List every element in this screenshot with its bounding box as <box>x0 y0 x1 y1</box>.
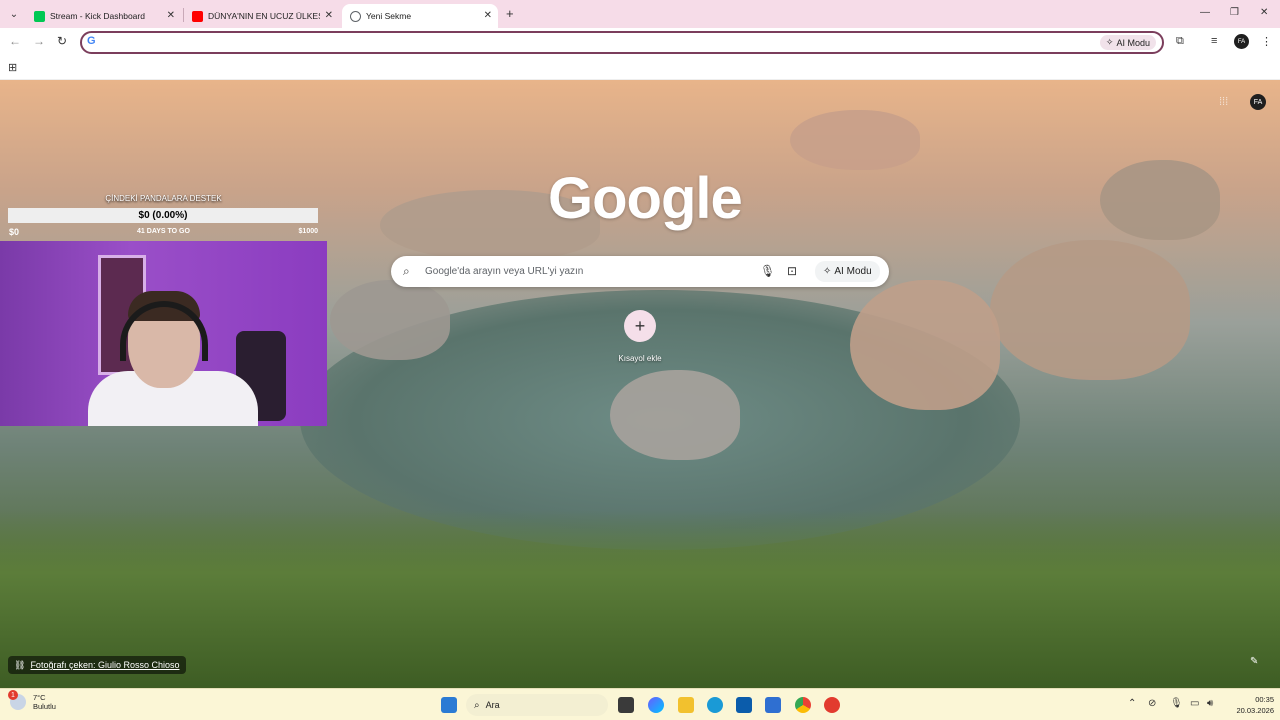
windows-taskbar: 1 7°C Bulutlu ⌕ Ara ⌃ ⊘ 🎙︎ ▭ 🔊︎ 00:35 20… <box>0 688 1280 720</box>
tray-expand-icon[interactable]: ⌃ <box>1128 698 1136 709</box>
ntp-ai-mode-button[interactable]: ✧ AI Modu <box>815 261 880 282</box>
customize-pencil-icon[interactable]: ✎ <box>1250 656 1258 667</box>
google-lens-icon[interactable]: ⊡ <box>787 264 797 278</box>
tab-youtube-video[interactable]: DÜNYA'NIN EN UCUZ ÜLKESİ V ✕ <box>184 4 339 28</box>
close-tab-icon[interactable]: ✕ <box>484 10 492 21</box>
restore-icon[interactable]: ❐ <box>1230 7 1239 18</box>
webcam-overlay <box>0 241 327 426</box>
donation-progress-bar: $0 (0.00%) <box>8 208 318 223</box>
photo-credit-link[interactable]: ⛓ Fotoğrafı çeken: Giulio Rosso Chioso <box>8 656 186 674</box>
display-icon[interactable]: ▭ <box>1190 698 1199 709</box>
reload-icon[interactable]: ↻ <box>57 34 67 48</box>
background-vegetation <box>0 510 1280 688</box>
microphone-tray-icon[interactable]: 🎙︎ <box>1170 698 1183 709</box>
forward-icon[interactable]: → <box>33 34 45 48</box>
ai-mode-label: AI Modu <box>1116 37 1150 48</box>
tab-search-icon[interactable]: ⌄ <box>6 6 22 22</box>
search-icon: ⌕ <box>403 264 410 278</box>
donation-goal-widget: ÇİNDEKİ PANDALARA DESTEK $0 (0.00%) $0 4… <box>0 194 327 241</box>
address-bar[interactable]: G ✧ AI Modu <box>80 31 1164 54</box>
tab-title: Stream - Kick Dashboard <box>50 11 145 21</box>
weather-desc: Bulutlu <box>33 702 56 711</box>
tab-new-tab[interactable]: Yeni Sekme ✕ <box>342 4 498 28</box>
file-explorer-icon[interactable] <box>678 697 694 713</box>
taskbar-search-label: Ara <box>485 700 500 710</box>
add-shortcut-button[interactable]: + <box>624 310 656 342</box>
ntp-profile-avatar[interactable]: FA <box>1250 94 1266 110</box>
ai-mode-label: AI Modu <box>834 266 872 277</box>
chrome-favicon-icon <box>350 10 361 22</box>
link-icon: ⛓ <box>14 659 26 670</box>
apps-grid-icon[interactable]: ⊞ <box>8 61 17 74</box>
google-apps-icon[interactable]: ⁞⁞⁞ <box>1219 96 1228 108</box>
background-rock <box>1100 160 1220 240</box>
notification-badge: 1 <box>8 690 18 700</box>
menu-icon[interactable]: ⋮ <box>1261 35 1272 48</box>
clock-date: 20.03.2026 <box>1236 706 1274 715</box>
browser-toolbar: ← → ↻ G ✧ AI Modu ⧉ ≡ ⋮ <box>0 28 1280 56</box>
taskbar-search[interactable]: ⌕ Ara <box>466 694 608 716</box>
tab-strip: ⌄ Stream - Kick Dashboard ✕ DÜNYA'NIN EN… <box>0 0 1280 28</box>
ai-sparkle-icon: ✧ <box>1105 37 1114 47</box>
donation-progress-text: $0 (0.00%) <box>138 210 188 221</box>
donation-max: $1000 <box>298 228 318 235</box>
back-icon[interactable]: ← <box>9 34 21 48</box>
cloud-icon: 1 <box>8 690 26 710</box>
clock-time: 00:35 <box>1255 695 1274 704</box>
weather-temp: 7°C <box>33 693 46 702</box>
tab-title: Yeni Sekme <box>366 11 412 21</box>
profile-avatar[interactable]: FA <box>1234 34 1249 49</box>
task-view-icon[interactable] <box>618 697 634 713</box>
background-rock <box>990 240 1190 380</box>
chrome-icon[interactable] <box>795 697 811 713</box>
microphone-icon[interactable]: 🎙︎ <box>760 264 775 278</box>
recording-app-icon[interactable] <box>824 697 840 713</box>
youtube-favicon-icon <box>192 10 203 22</box>
background-rock <box>790 110 920 170</box>
outlook-icon[interactable] <box>765 697 781 713</box>
close-tab-icon[interactable]: ✕ <box>325 10 333 21</box>
plus-icon: + <box>634 315 646 336</box>
kick-favicon-icon <box>34 10 45 22</box>
volume-icon[interactable]: 🔊︎ <box>1207 698 1213 709</box>
google-g-icon: G <box>87 35 96 47</box>
edge-icon[interactable] <box>707 697 723 713</box>
extensions-icon[interactable]: ⧉ <box>1176 35 1184 48</box>
windows-start-icon[interactable] <box>441 697 457 713</box>
donation-days-left: 41 DAYS TO GO <box>137 228 190 235</box>
ntp-search-box[interactable]: ⌕ Google'da arayın veya URL'yi yazın 🎙︎ … <box>391 256 889 287</box>
close-tab-icon[interactable]: ✕ <box>167 10 175 21</box>
media-controls-icon[interactable]: ≡ <box>1211 35 1217 47</box>
network-off-icon[interactable]: ⊘ <box>1148 698 1156 709</box>
store-icon[interactable] <box>736 697 752 713</box>
background-rock <box>610 370 740 460</box>
add-shortcut-label: Kısayol ekle <box>618 354 662 363</box>
background-rock <box>850 280 1000 410</box>
photo-credit-text: Fotoğrafı çeken: Giulio Rosso Chioso <box>30 660 180 670</box>
tab-title: DÜNYA'NIN EN UCUZ ÜLKESİ V <box>208 11 320 21</box>
copilot-icon[interactable] <box>648 697 664 713</box>
minimize-icon[interactable]: — <box>1200 7 1210 18</box>
search-placeholder: Google'da arayın veya URL'yi yazın <box>425 266 584 277</box>
weather-widget[interactable]: 1 7°C Bulutlu <box>8 690 56 711</box>
system-clock[interactable]: 00:35 20.03.2026 <box>1224 694 1274 716</box>
omnibox-ai-mode-button[interactable]: ✧ AI Modu <box>1099 35 1156 50</box>
background-rock <box>330 280 450 360</box>
bookmarks-bar: ⊞ <box>0 56 1280 80</box>
tab-kick-dashboard[interactable]: Stream - Kick Dashboard ✕ <box>26 4 181 28</box>
close-window-icon[interactable]: ✕ <box>1260 7 1268 18</box>
new-tab-icon[interactable]: + <box>506 6 514 21</box>
google-logo: Google <box>548 166 743 231</box>
search-icon: ⌕ <box>474 699 480 711</box>
donation-title: ÇİNDEKİ PANDALARA DESTEK <box>105 194 222 203</box>
ai-sparkle-icon: ✧ <box>823 266 832 277</box>
